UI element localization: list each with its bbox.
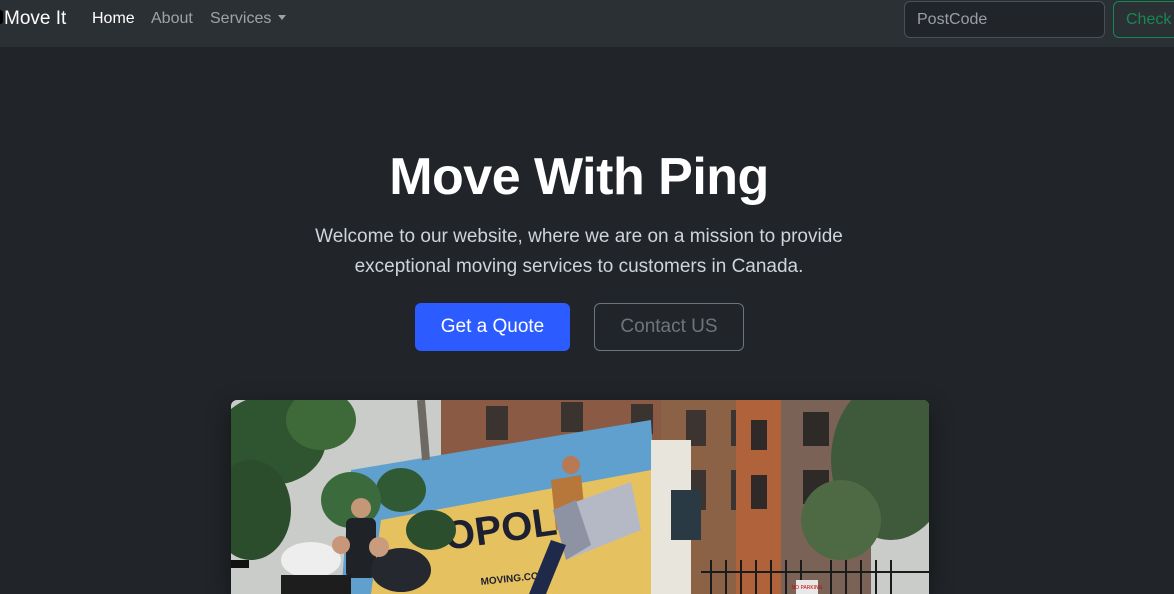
nav-services-label: Services	[210, 10, 272, 27]
hero-image: NO PARKING OPOLIS MOVING.COM	[231, 400, 929, 594]
no-parking-sign-text: NO PARKING	[791, 585, 822, 591]
navbar: Move It Home About Services Check	[0, 0, 1174, 47]
hero-title: Move With Ping	[389, 148, 769, 206]
nav-home[interactable]: Home	[92, 10, 135, 28]
contact-us-button[interactable]: Contact US	[594, 303, 744, 351]
check-button[interactable]: Check	[1113, 1, 1174, 38]
hero-lead: Welcome to our website, where we are on …	[315, 226, 843, 277]
moving-truck-photo: NO PARKING OPOLIS MOVING.COM	[231, 400, 929, 594]
nav-about[interactable]: About	[151, 10, 193, 28]
postcode-input[interactable]	[904, 1, 1105, 38]
brand-link[interactable]: Move It	[4, 8, 66, 30]
brand-logo-icon	[0, 10, 3, 24]
nav-services-dropdown[interactable]: Services	[210, 10, 287, 28]
chevron-down-icon	[278, 15, 287, 20]
get-quote-button[interactable]: Get a Quote	[415, 303, 570, 351]
